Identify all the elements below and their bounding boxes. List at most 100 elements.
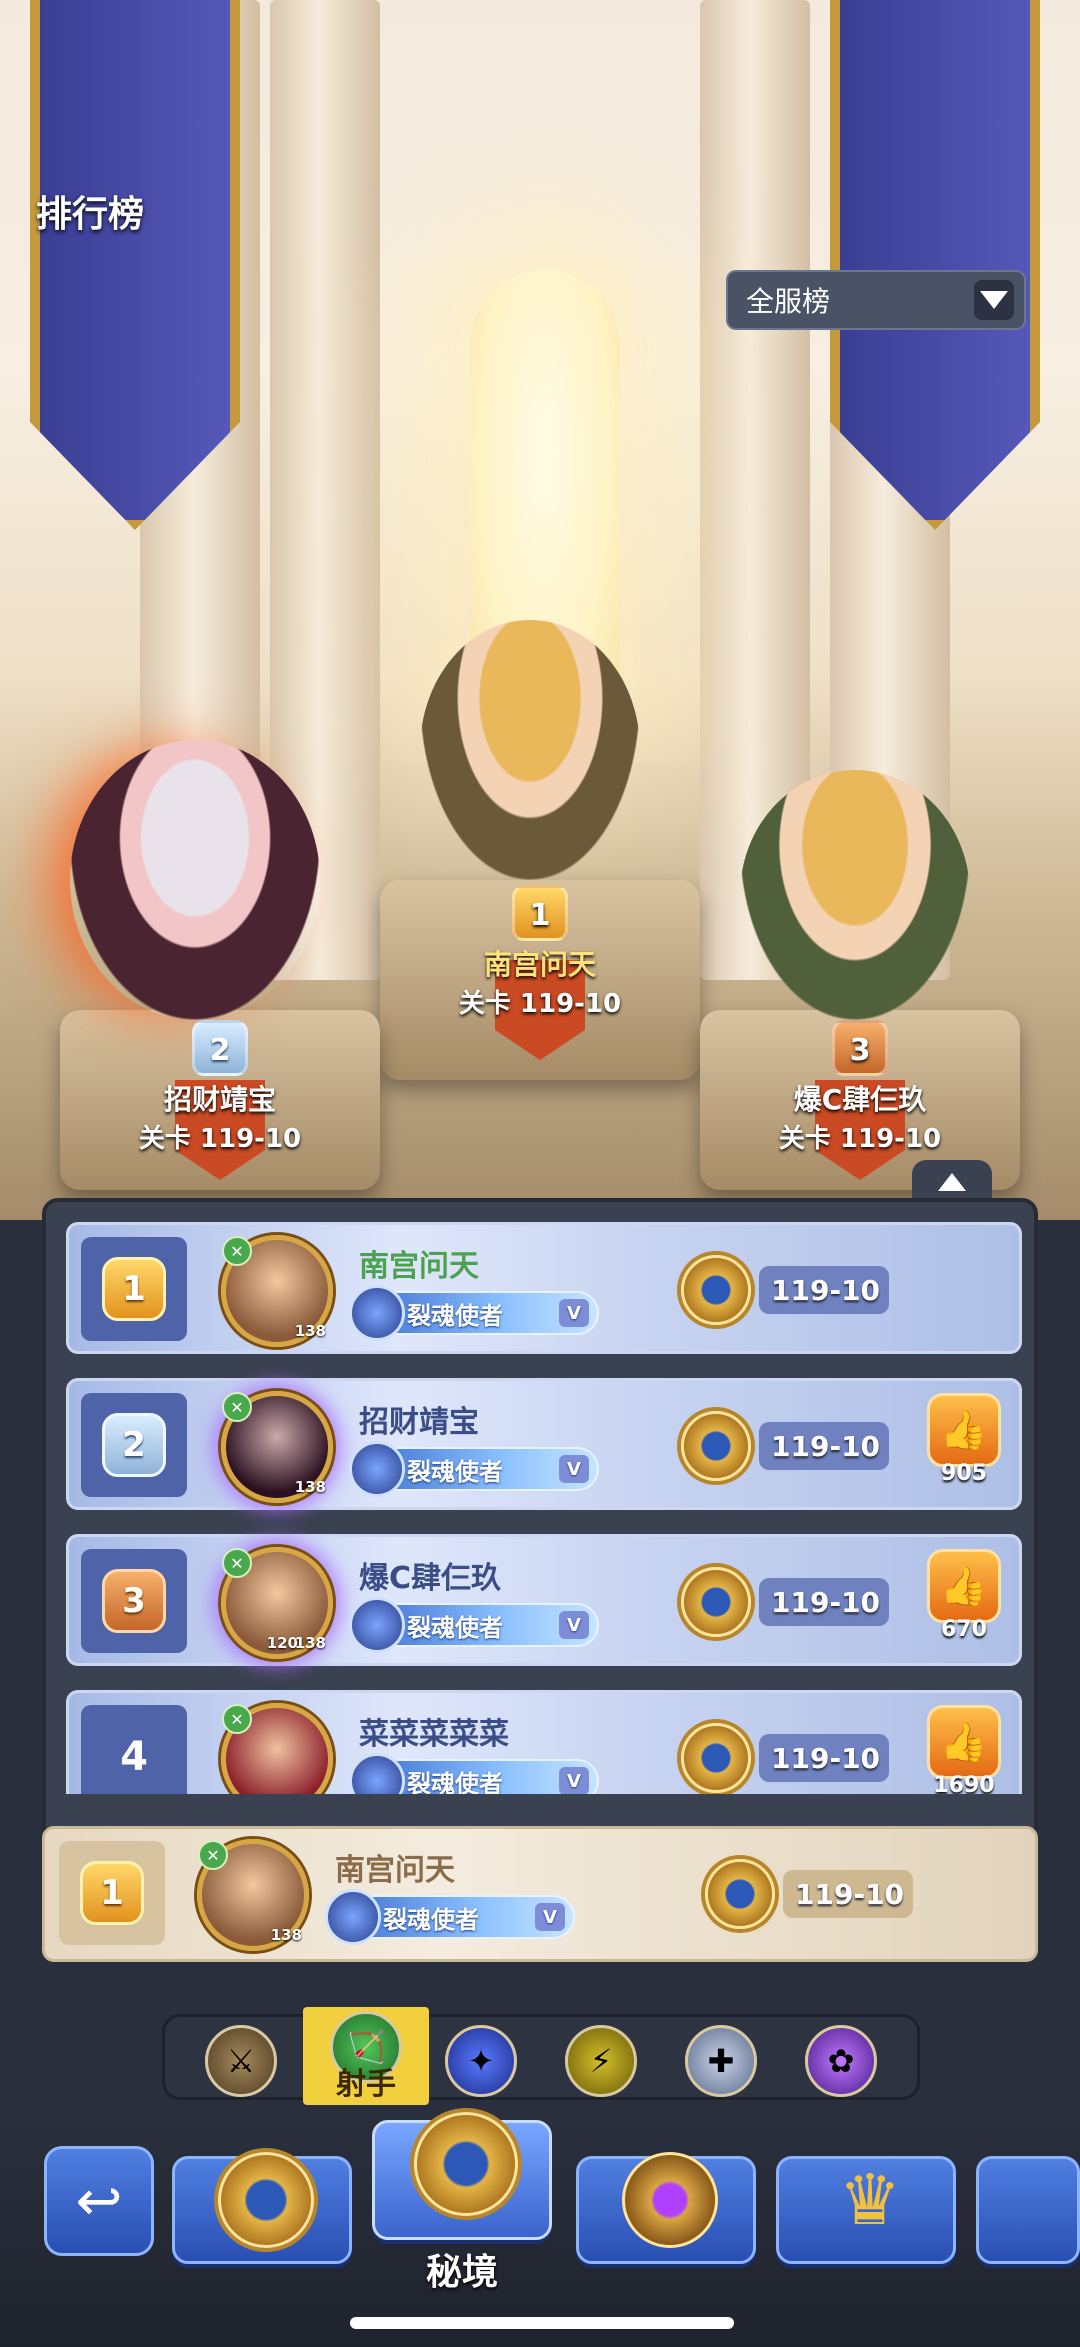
stage-progress: 119-10 <box>681 1255 889 1325</box>
podium-2-plaque[interactable]: 2 招财靖宝 关卡 119-10 <box>120 1020 320 1155</box>
stage-value: 119-10 <box>759 1578 889 1626</box>
title-emblem-icon <box>349 1597 405 1653</box>
class-filter-active-label: 射手 <box>336 2067 396 2102</box>
stage-value: 119-10 <box>759 1422 889 1470</box>
my-avatar[interactable]: ✕ 138 <box>197 1839 309 1951</box>
avatar[interactable]: ✕ <box>221 1703 333 1794</box>
my-name: 南宫问天 <box>335 1853 455 1888</box>
table-row[interactable]: 4 ✕ 菜菜菜菜菜 裂魂使者 V 119-10 👍 1690 <box>66 1690 1022 1794</box>
nav-secret-realm-button[interactable]: 秘境 <box>372 2112 552 2293</box>
arena-scene: 排行榜 全服榜 1 南宫问天 关卡 119-10 2 招财靖宝 关卡 119-1… <box>0 0 1080 1220</box>
purple-eye-icon <box>615 2145 725 2255</box>
player-level: 138 <box>294 1322 326 1340</box>
vip-badge: V <box>535 1903 565 1931</box>
player-name: 南宫问天 <box>359 1249 479 1284</box>
crown-icon: ♛ <box>838 2159 902 2241</box>
chevron-up-icon <box>938 1173 966 1191</box>
warrior-class-icon[interactable]: ⚔ <box>205 2025 277 2097</box>
rank-2-medal-icon: 2 <box>192 1020 248 1076</box>
stage-value: 119-10 <box>759 1266 889 1314</box>
mage-class-icon[interactable]: ✦ <box>445 2025 517 2097</box>
stage-progress: 119-10 <box>681 1567 889 1637</box>
podium-3-plaque[interactable]: 3 爆C肆仨玖 关卡 119-10 <box>760 1020 960 1155</box>
vip-badge: V <box>559 1767 589 1794</box>
my-stage-value: 119-10 <box>783 1870 913 1918</box>
vip-badge: V <box>559 1299 589 1327</box>
podium-3-stage: 关卡 119-10 <box>778 1124 942 1154</box>
rank-3-medal-icon: 3 <box>832 1020 888 1076</box>
left-banner <box>30 0 240 530</box>
title-emblem-icon <box>349 1285 405 1341</box>
like-button[interactable]: 👍 1690 <box>924 1705 1004 1794</box>
my-title: 裂魂使者 <box>383 1905 479 1934</box>
hero-archer-rank-1[interactable] <box>420 620 640 880</box>
like-count: 1690 <box>933 1773 995 1794</box>
thumbs-up-icon: 👍 <box>927 1549 1001 1623</box>
player-title-badge: 裂魂使者 V <box>349 1285 599 1341</box>
bottom-nav[interactable]: ↩ 秘境 ♛ <box>0 2112 1080 2347</box>
vip-badge: V <box>559 1611 589 1639</box>
nav-eye-button[interactable] <box>576 2152 756 2264</box>
archer-class-icon: ✕ <box>222 1548 252 1578</box>
stage-emblem-icon <box>705 1859 775 1929</box>
avatar[interactable]: ✕ 120 138 <box>221 1547 333 1659</box>
rank-number: 4 <box>120 1734 148 1780</box>
like-button[interactable]: 👍 670 <box>924 1549 1004 1642</box>
archer-class-icon: ✕ <box>198 1840 228 1870</box>
rank-cell: 3 <box>81 1549 187 1653</box>
rank-medal-icon: 2 <box>102 1413 166 1477</box>
stage-emblem-icon <box>681 1723 751 1793</box>
my-stage-progress: 119-10 <box>705 1859 913 1929</box>
player-name: 爆C肆仨玖 <box>359 1561 502 1596</box>
hero-vampire-rank-2[interactable] <box>70 740 320 1020</box>
home-indicator <box>350 2317 734 2329</box>
summoner-class-icon[interactable]: ✿ <box>805 2025 877 2097</box>
vip-badge: V <box>559 1455 589 1483</box>
player-title-badge: 裂魂使者 V <box>349 1753 599 1794</box>
like-count: 670 <box>941 1617 987 1642</box>
back-arrow-icon[interactable]: ↩ <box>44 2146 154 2256</box>
stage-progress: 119-10 <box>681 1411 889 1481</box>
nav-active-label: 秘境 <box>425 2252 498 2293</box>
chevron-down-icon[interactable] <box>974 280 1014 320</box>
thumbs-up-icon: 👍 <box>927 1393 1001 1467</box>
rank-cell: 2 <box>81 1393 187 1497</box>
player-title-badge: 裂魂使者 V <box>349 1441 599 1497</box>
leaderboard-list[interactable]: 1 ✕ 138 南宫问天 裂魂使者 V 119-10 2 ✕ 138 招财靖宝 裂魂使… <box>66 1222 1022 1794</box>
rank-cell: 1 <box>81 1237 187 1341</box>
nav-more-button[interactable] <box>976 2156 1080 2264</box>
my-title-badge: 裂魂使者 V <box>325 1889 575 1945</box>
podium-2-stage: 关卡 119-10 <box>138 1124 302 1154</box>
player-title: 裂魂使者 <box>407 1301 503 1330</box>
table-row[interactable]: 1 ✕ 138 南宫问天 裂魂使者 V 119-10 <box>66 1222 1022 1354</box>
title-emblem-icon <box>325 1889 381 1945</box>
hero-knight-rank-3[interactable] <box>740 770 970 1020</box>
stage-progress: 119-10 <box>681 1723 889 1793</box>
nav-stage-ranking-button[interactable] <box>172 2152 352 2264</box>
rank-cell: 4 <box>81 1705 187 1794</box>
player-level: 138 <box>294 1478 326 1496</box>
player-title: 裂魂使者 <box>407 1457 503 1486</box>
avatar[interactable]: ✕ 138 <box>221 1235 333 1347</box>
priest-class-icon[interactable]: ✚ <box>685 2025 757 2097</box>
assassin-class-icon[interactable]: ⚡ <box>565 2025 637 2097</box>
avatar[interactable]: ✕ 138 <box>221 1391 333 1503</box>
class-filter-bar[interactable]: ⚔ 🏹 射手 ✦ ⚡ ✚ ✿ <box>162 2007 920 2105</box>
my-rank-cell: 1 <box>59 1841 165 1945</box>
rank-medal-icon: 1 <box>80 1861 144 1925</box>
nav-crown-button[interactable]: ♛ <box>776 2156 956 2264</box>
player-title: 裂魂使者 <box>407 1613 503 1642</box>
player-level: 138 <box>294 1634 326 1652</box>
my-level: 138 <box>270 1926 302 1944</box>
my-rank-row[interactable]: 1 ✕ 138 南宫问天 裂魂使者 V 119-10 <box>42 1826 1038 1962</box>
podium-1-plaque[interactable]: 1 南宫问天 关卡 119-10 <box>440 885 640 1020</box>
rank-1-medal-icon: 1 <box>512 885 568 941</box>
player-secondary-level: 120 <box>266 1634 298 1652</box>
server-scope-dropdown[interactable]: 全服榜 <box>726 270 1026 330</box>
like-button[interactable]: 👍 905 <box>924 1393 1004 1486</box>
table-row[interactable]: 2 ✕ 138 招财靖宝 裂魂使者 V 119-10 👍 905 <box>66 1378 1022 1510</box>
server-scope-value: 全服榜 <box>746 285 831 318</box>
like-count: 905 <box>941 1461 987 1486</box>
table-row[interactable]: 3 ✕ 120 138 爆C肆仨玖 裂魂使者 V 119-10 👍 670 <box>66 1534 1022 1666</box>
stage-value: 119-10 <box>759 1734 889 1782</box>
